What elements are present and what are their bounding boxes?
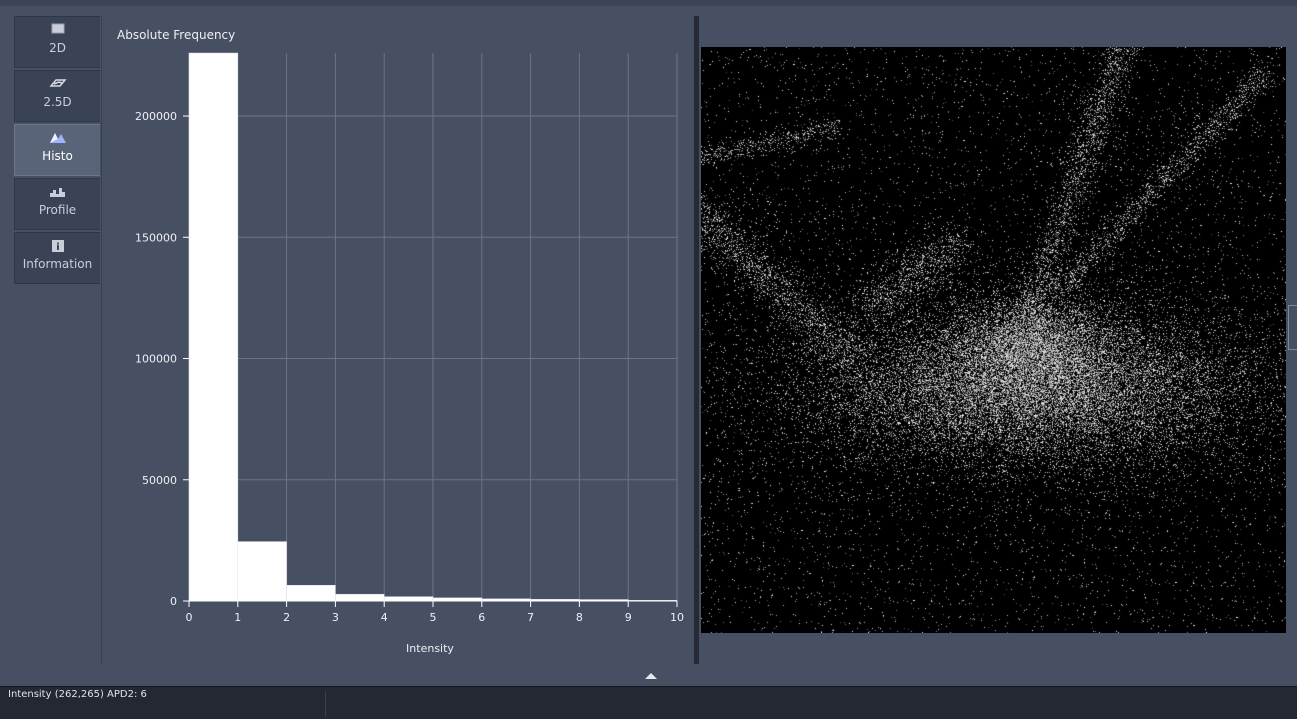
panel-splitter[interactable] xyxy=(694,16,699,664)
chart-title: Absolute Frequency xyxy=(117,28,235,42)
chart-grid xyxy=(188,53,678,602)
histogram-icon xyxy=(15,125,100,147)
x-tick-label: 6 xyxy=(478,611,485,624)
profile-icon xyxy=(15,179,100,201)
y-tick-label: 0 xyxy=(170,595,177,608)
x-tick-label: 8 xyxy=(576,611,583,624)
status-text: Intensity (262,265) APD2: 6 xyxy=(8,689,147,700)
histogram-bar xyxy=(383,596,434,602)
tab-information[interactable]: i Information xyxy=(14,232,100,284)
x-tick-label: 3 xyxy=(332,611,339,624)
status-separator xyxy=(325,691,326,717)
tab-2-5d[interactable]: 2.5D xyxy=(14,70,100,122)
x-tick-label: 5 xyxy=(430,611,437,624)
tab-information-label: Information xyxy=(22,257,93,271)
y-tick-label: 200000 xyxy=(135,110,177,123)
y-tick-label: 50000 xyxy=(142,474,177,487)
x-tick-label: 9 xyxy=(625,611,632,624)
fluorescence-image xyxy=(701,47,1286,633)
histogram-bar xyxy=(188,52,239,602)
y-tick-label: 100000 xyxy=(135,353,177,366)
svg-text:i: i xyxy=(56,242,59,253)
tab-2d-label: 2D xyxy=(49,41,66,55)
tab-histo[interactable]: Histo xyxy=(14,124,100,176)
histogram-bar xyxy=(335,593,385,602)
histogram-bar xyxy=(237,541,287,602)
histogram-bar xyxy=(286,584,336,602)
rectangle-icon xyxy=(15,17,100,39)
x-axis-label: Intensity xyxy=(406,642,454,655)
top-border xyxy=(0,0,1297,6)
x-tick-label: 0 xyxy=(186,611,193,624)
y-tick-label: 150000 xyxy=(135,231,177,244)
collapse-arrow-icon[interactable] xyxy=(645,673,657,679)
histogram-chart: Absolute Frequency 0 1 2 3 4 5 6 7 8 9 10 0 50000 100… xyxy=(117,28,684,655)
tab-histo-label: Histo xyxy=(42,149,73,163)
side-panel-handle[interactable] xyxy=(1288,305,1297,350)
x-tick-label: 2 xyxy=(283,611,290,624)
perspective-icon xyxy=(15,71,100,93)
x-tick-label: 10 xyxy=(670,611,684,624)
image-view[interactable] xyxy=(701,47,1286,633)
tab-profile-label: Profile xyxy=(38,203,77,217)
tab-profile[interactable]: Profile xyxy=(14,178,100,230)
status-bar: Intensity (262,265) APD2: 6 xyxy=(0,686,1297,719)
view-tab-strip: 2D 2.5D Histo Profile i Information xyxy=(14,16,102,286)
histogram-view-app: 2D 2.5D Histo Profile i Information Abso… xyxy=(0,0,1297,719)
x-tick-label: 4 xyxy=(381,611,388,624)
tab-2-5d-label: 2.5D xyxy=(43,95,72,109)
x-tick-label: 1 xyxy=(234,611,241,624)
tab-2d[interactable]: 2D xyxy=(14,16,100,68)
info-icon: i xyxy=(15,233,100,255)
x-tick-label: 7 xyxy=(527,611,534,624)
